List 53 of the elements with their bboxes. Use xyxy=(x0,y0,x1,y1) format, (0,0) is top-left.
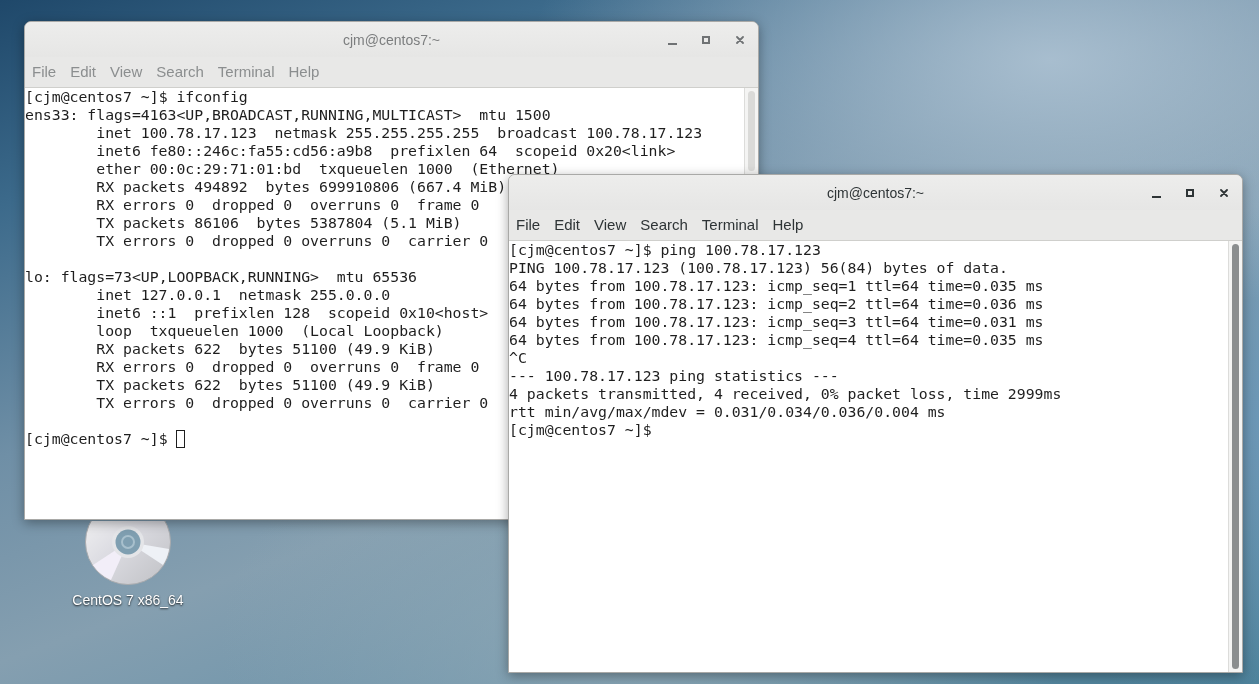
terminal-line: PING 100.78.17.123 (100.78.17.123) 56(84) bytes of data. xyxy=(509,259,1008,276)
scrollbar-track[interactable] xyxy=(744,88,758,174)
terminal-line: [cjm@centos7 ~]$ xyxy=(25,430,168,447)
terminal-line: inet6 ::1 prefixlen 128 scopeid 0x10<host> xyxy=(96,304,489,321)
terminal-line: inet6 fe80::246c:fa55:cd56:a9b8 prefixlen 64 scopeid 0x20<link> xyxy=(96,142,676,159)
terminal-line: TX errors 0 dropped 0 overruns 0 carrier 0 xyxy=(96,394,489,411)
menu-item[interactable]: Help xyxy=(281,61,327,83)
terminal-line: 64 bytes from 100.78.17.123: icmp_seq=3 ttl=64 time=0.031 ms xyxy=(509,313,1044,330)
terminal-line: inet 100.78.17.123 netmask 255.255.255.255 broadcast 100.78.17.123 xyxy=(96,124,703,141)
menu-item[interactable]: View xyxy=(103,61,150,83)
menu-item[interactable]: Help xyxy=(765,214,811,236)
terminal-line: [cjm@centos7 ~]$ ping 100.78.17.123 xyxy=(509,241,821,258)
terminal-line: inet 127.0.0.1 netmask 255.0.0.0 xyxy=(96,286,391,303)
terminal-line: [cjm@centos7 ~]$ xyxy=(509,421,652,438)
terminal-line: TX packets 86106 bytes 5387804 (5.1 MiB) xyxy=(96,214,462,231)
scrollbar-thumb[interactable] xyxy=(1232,244,1239,669)
terminal-line: lo: flags=73<UP,LOOPBACK,RUNNING> mtu 65536 xyxy=(25,268,417,285)
terminal-line: TX packets 622 bytes 51100 (49.9 KiB) xyxy=(96,376,435,393)
menu-item[interactable]: Edit xyxy=(63,61,104,83)
terminal-line: TX errors 0 dropped 0 overruns 0 carrier 0 xyxy=(96,232,489,249)
terminal-line: ^C xyxy=(509,349,527,366)
window-title: cjm@centos7:~ xyxy=(342,31,441,48)
terminal-line: RX packets 622 bytes 51100 (49.9 KiB) xyxy=(96,340,435,357)
terminal-line: RX errors 0 dropped 0 overruns 0 frame 0 xyxy=(96,358,480,375)
terminal-line: --- 100.78.17.123 ping statistics --- xyxy=(509,367,839,384)
menu-item[interactable]: File xyxy=(25,61,64,83)
menu-item[interactable]: Search xyxy=(633,214,695,236)
menu-item[interactable]: View xyxy=(587,214,634,236)
window-title: cjm@centos7:~ xyxy=(826,184,925,201)
terminal-line: RX packets 494892 bytes 699910806 (667.4 MiB) xyxy=(96,178,507,195)
menu-item[interactable]: Terminal xyxy=(210,61,282,83)
minimize-icon xyxy=(1151,195,1161,198)
terminal-line: [cjm@centos7 ~]$ ifconfig xyxy=(25,88,248,105)
terminal-line: 64 bytes from 100.78.17.123: icmp_seq=2 ttl=64 time=0.036 ms xyxy=(509,295,1044,312)
menu-item[interactable]: File xyxy=(509,214,548,236)
terminal-line: rtt min/avg/max/mdev = 0.031/0.034/0.036/0.004 ms xyxy=(509,403,946,420)
terminal-line: ens33: flags=4163<UP,BROADCAST,RUNNING,MULTICAST> mtu 1500 xyxy=(25,106,551,123)
maximize-icon xyxy=(1186,188,1194,197)
scrollbar-track[interactable] xyxy=(1228,241,1242,672)
terminal-line: 64 bytes from 100.78.17.123: icmp_seq=4 ttl=64 time=0.035 ms xyxy=(509,331,1044,348)
close-icon xyxy=(1220,188,1228,197)
scrollbar-thumb[interactable] xyxy=(748,91,755,171)
terminal-line: loop txqueuelen 1000 (Local Loopback) xyxy=(96,322,444,339)
menu-item[interactable]: Edit xyxy=(547,214,588,236)
maximize-icon xyxy=(702,35,710,44)
terminal-line: 64 bytes from 100.78.17.123: icmp_seq=1 ttl=64 time=0.035 ms xyxy=(509,277,1044,294)
terminal-line: RX errors 0 dropped 0 overruns 0 frame 0 xyxy=(96,196,480,213)
menu-item[interactable]: Terminal xyxy=(694,214,766,236)
menu-item[interactable]: Search xyxy=(149,61,211,83)
terminal-line: 4 packets transmitted, 4 received, 0% packet loss, time 2999ms xyxy=(509,385,1062,402)
terminal-line: ether 00:0c:29:71:01:bd txqueuelen 1000 (Ethernet) xyxy=(96,160,560,177)
minimize-icon xyxy=(667,42,677,45)
close-icon xyxy=(736,35,744,44)
